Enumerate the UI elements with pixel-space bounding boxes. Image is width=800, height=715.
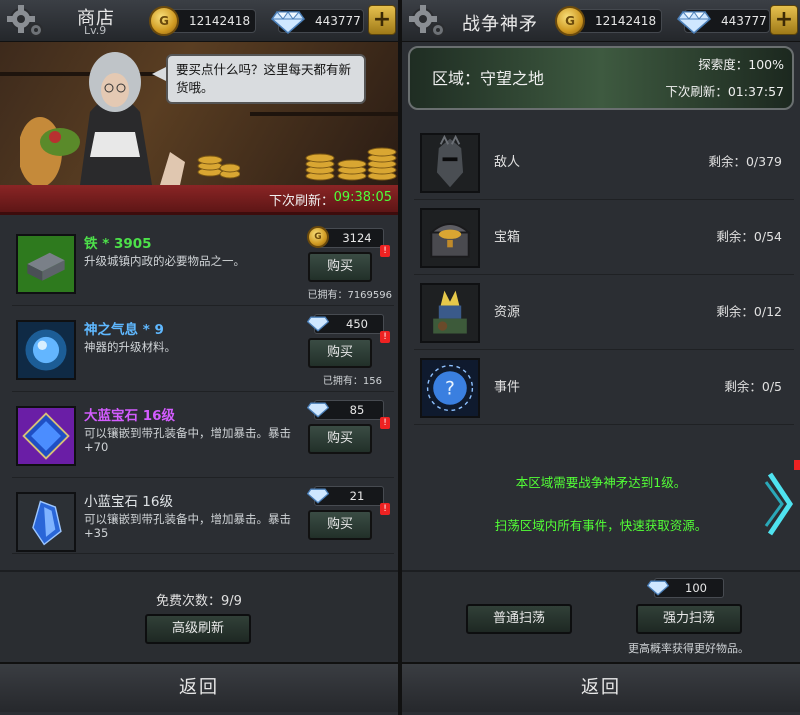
gold-coin-icon: G	[149, 6, 179, 36]
sweep-price: 100	[647, 578, 724, 598]
knight-icon	[420, 133, 480, 193]
remaining-count: 剩余：0/5	[724, 379, 782, 394]
divine-orb-icon	[16, 320, 76, 380]
zone-row-enemies[interactable]: 敌人 剩余：0/379	[414, 127, 794, 200]
gold-counter: G 12142418	[149, 6, 256, 36]
war-spear-top-bar: 战争神矛 G 12142418 443777 +	[402, 0, 800, 42]
diamond-icon	[271, 11, 305, 34]
item-name: 铁 * 3905	[84, 236, 152, 252]
refresh-label: 下次刷新：	[268, 194, 334, 209]
power-sweep-hint: 更高概率获得更好物品。	[628, 642, 749, 655]
shop-item-large-sapphire[interactable]: 大蓝宝石 16级 可以镶嵌到带孔装备中，增加暴击。暴击 +70 85 ! 购买	[12, 398, 394, 478]
alert-badge: !	[380, 245, 390, 257]
iron-ingot-icon	[16, 234, 76, 294]
shop-item-divine-breath[interactable]: 神之气息 * 9 神器的升级材料。 450 ! 购买 已拥有：156	[12, 312, 394, 392]
row-label: 资源	[494, 305, 521, 320]
item-price: 21	[307, 486, 384, 506]
remaining-count: 剩余：0/54	[716, 229, 782, 244]
diamond-icon	[647, 580, 669, 596]
item-price: G 3124	[307, 226, 384, 248]
next-zone-arrow-icon[interactable]	[764, 468, 796, 540]
item-description: 神器的升级材料。	[84, 340, 176, 354]
settings-gear-icon[interactable]	[6, 5, 46, 39]
page-title: 战争神矛	[462, 14, 538, 35]
item-price: 450	[307, 314, 384, 334]
refresh-timer-bar: 下次刷新： 09:38:05	[0, 185, 398, 215]
add-diamonds-button[interactable]: +	[770, 5, 798, 35]
zone-name: 区域：守望之地	[432, 69, 545, 88]
gold-coin-icon: G	[555, 6, 585, 36]
diamond-icon	[307, 316, 329, 332]
remaining-count: 剩余：0/12	[716, 304, 782, 319]
buy-button[interactable]: 购买	[308, 338, 372, 368]
shop-item-iron[interactable]: 铁 * 3905 升级城镇内政的必要物品之一。 G 3124 ! 购买 已拥有：…	[12, 226, 394, 306]
shop-panel: 商店 Lv.9 G 12142418 443777 + 要买点什么吗？这里每天都…	[0, 0, 398, 715]
owned-count: 已拥有：156	[322, 376, 382, 387]
row-label: 敌人	[494, 155, 521, 170]
item-description: 升级城镇内政的必要物品之一。	[84, 254, 245, 268]
back-button[interactable]: 返回	[402, 662, 800, 712]
shopkeeper-speech-bubble: 要买点什么吗？这里每天都有新货哦。	[166, 54, 366, 104]
zone-banner: 区域：守望之地 探索度：100% 下次刷新：01:37:57	[408, 46, 794, 110]
svg-text:?: ?	[445, 379, 455, 400]
item-price: 85	[307, 400, 384, 420]
large-sapphire-icon	[16, 406, 76, 466]
shop-top-bar: 商店 Lv.9 G 12142418 443777 +	[0, 0, 398, 42]
buy-button[interactable]: 购买	[308, 424, 372, 454]
gold-counter: G 12142418	[555, 6, 662, 36]
requirement-message: 本区域需要战争神矛达到1级。	[515, 475, 687, 490]
zone-row-chests[interactable]: 宝箱 剩余：0/54	[414, 202, 794, 275]
shopkeeper-banner: 要买点什么吗？这里每天都有新货哦。	[0, 42, 398, 185]
settings-gear-icon[interactable]	[408, 5, 448, 39]
alert-badge: !	[380, 503, 390, 515]
add-diamonds-button[interactable]: +	[368, 5, 396, 35]
row-label: 事件	[494, 380, 521, 395]
power-sweep-button[interactable]: 强力扫荡	[636, 604, 742, 634]
remaining-count: 剩余：0/379	[708, 154, 782, 169]
item-name: 神之气息 * 9	[84, 322, 164, 338]
item-description: 可以镶嵌到带孔装备中，增加暴击。暴击 +35	[84, 512, 291, 540]
free-refresh-count: 免费次数：9/9	[156, 594, 242, 609]
item-name: 小蓝宝石 16级	[84, 494, 173, 510]
small-sapphire-icon	[16, 492, 76, 552]
crystal-resource-icon	[420, 283, 480, 343]
back-button[interactable]: 返回	[0, 662, 398, 712]
buy-button[interactable]: 购买	[308, 510, 372, 540]
question-orb-icon: ?	[420, 358, 480, 418]
owned-count: 已拥有：7169596	[307, 290, 392, 301]
alert-badge: !	[380, 417, 390, 429]
exploration-progress: 探索度：100%	[698, 57, 784, 72]
normal-sweep-button[interactable]: 普通扫荡	[466, 604, 572, 634]
shop-footer: 免费次数：9/9 高级刷新	[0, 570, 398, 660]
zone-refresh-timer: 下次刷新：01:37:57	[665, 84, 784, 99]
item-description: 可以镶嵌到带孔装备中，增加暴击。暴击 +70	[84, 426, 291, 454]
zone-row-events[interactable]: ? 事件 剩余：0/5	[414, 352, 794, 425]
shop-level: Lv.9	[84, 24, 107, 37]
sweep-info-message: 扫荡区域内所有事件，快速获取资源。	[494, 518, 708, 533]
item-name: 大蓝宝石 16级	[84, 408, 175, 424]
war-spear-panel: 战争神矛 G 12142418 443777 + 区域：守望之地 探索度：100…	[402, 0, 800, 715]
advanced-refresh-button[interactable]: 高级刷新	[145, 614, 251, 644]
diamond-icon	[677, 11, 711, 34]
diamond-icon	[307, 402, 329, 418]
diamond-icon	[307, 488, 329, 504]
alert-badge: !	[380, 331, 390, 343]
gold-coin-icon: G	[307, 226, 329, 248]
coin-stacks-image	[305, 147, 397, 181]
refresh-countdown: 09:38:05	[333, 190, 392, 205]
row-label: 宝箱	[494, 230, 521, 245]
diamond-counter: 443777	[677, 9, 770, 34]
chest-icon	[420, 208, 480, 268]
shop-item-small-sapphire[interactable]: 小蓝宝石 16级 可以镶嵌到带孔装备中，增加暴击。暴击 +35 21 ! 购买	[12, 484, 394, 554]
buy-button[interactable]: 购买	[308, 252, 372, 282]
diamond-counter: 443777	[271, 9, 364, 34]
zone-row-resources[interactable]: 资源 剩余：0/12	[414, 277, 794, 350]
